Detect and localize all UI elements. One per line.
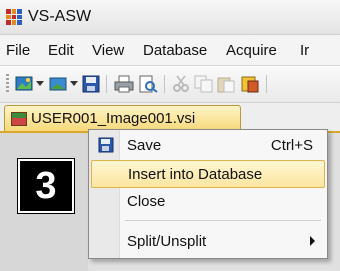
menu-item-insert-label: Insert into Database <box>128 166 263 183</box>
chevron-down-icon[interactable] <box>36 81 44 87</box>
menu-acquire[interactable]: Acquire <box>226 42 277 59</box>
step-number-badge: 3 <box>17 158 75 214</box>
open-image-icon[interactable] <box>48 75 68 93</box>
menu-item-split-label: Split/Unsplit <box>127 233 207 250</box>
toolbar-grip[interactable] <box>6 74 9 94</box>
menu-edit[interactable]: Edit <box>48 42 74 59</box>
menu-item-save[interactable]: Save Ctrl+S <box>91 132 323 158</box>
submenu-arrow-icon <box>310 236 315 246</box>
window-title: VS-ASW <box>28 8 92 25</box>
cut-icon[interactable] <box>172 75 190 93</box>
context-menu: Save Ctrl+S Insert into Database Close S… <box>88 129 328 259</box>
print-icon[interactable] <box>114 75 134 93</box>
paste-icon[interactable] <box>216 75 236 93</box>
menu-item-insert-into-database[interactable]: Insert into Database <box>91 160 325 188</box>
document-tab-label: USER001_Image001.vsi <box>31 110 196 127</box>
print-preview-icon[interactable] <box>138 75 158 93</box>
new-image-icon[interactable] <box>14 75 34 93</box>
chevron-down-icon[interactable] <box>70 81 78 87</box>
menu-item-save-shortcut: Ctrl+S <box>270 137 313 154</box>
menu-database[interactable]: Database <box>143 42 207 59</box>
save-icon <box>98 137 114 158</box>
app-logo-icon <box>6 9 22 25</box>
copy-icon[interactable] <box>194 75 214 93</box>
toolbar-separator <box>106 75 107 93</box>
menu-view[interactable]: View <box>92 42 124 59</box>
menu-more[interactable]: Ir <box>300 42 309 59</box>
title-bar: VS-ASW <box>0 0 340 35</box>
toolbar-separator <box>266 75 267 93</box>
menu-file[interactable]: File <box>6 42 30 59</box>
image-file-icon <box>11 112 27 126</box>
menu-item-split-unsplit[interactable]: Split/Unsplit <box>91 228 323 254</box>
menu-item-save-label: Save <box>127 137 162 154</box>
document-tab-strip: USER001_Image001.vsi <box>0 103 340 132</box>
save-icon[interactable] <box>82 75 100 93</box>
image-viewport: 3 <box>0 133 88 271</box>
toolbar <box>0 66 340 103</box>
menu-item-close-label: Close <box>127 193 166 210</box>
menu-item-close[interactable]: Close <box>91 188 323 214</box>
menu-separator <box>125 220 321 221</box>
menu-bar: File Edit View Database Acquire Ir <box>0 35 340 66</box>
toolbar-separator <box>164 75 165 93</box>
document-tab[interactable]: USER001_Image001.vsi <box>4 105 241 132</box>
properties-icon[interactable] <box>240 75 260 93</box>
